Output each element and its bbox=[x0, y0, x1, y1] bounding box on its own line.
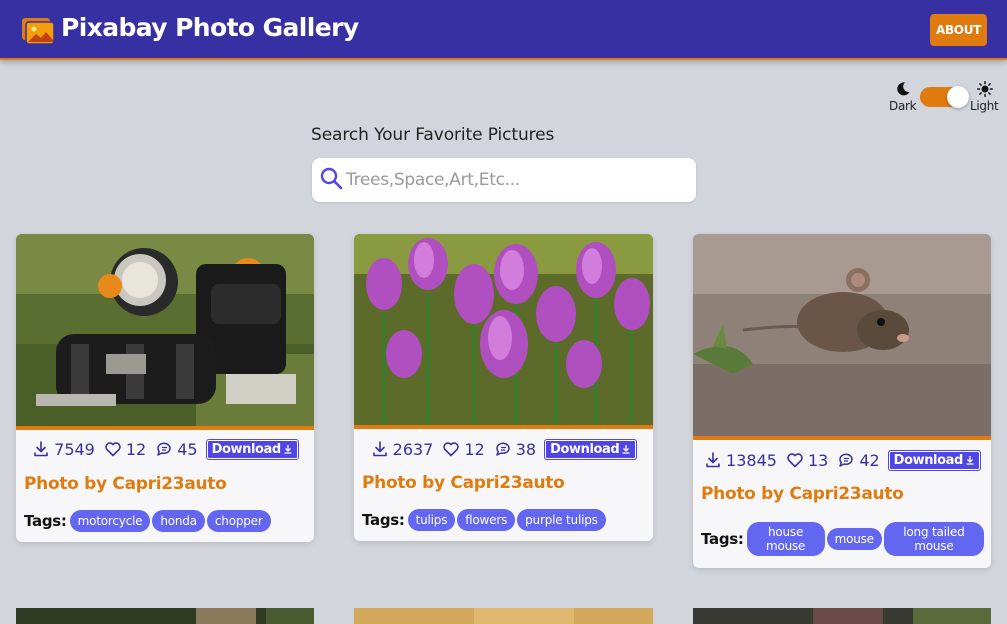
download-button-label: Download bbox=[550, 441, 620, 457]
downloads-stat: 2637 bbox=[371, 439, 434, 459]
photo-card: 2637 12 38 Download Photo by Capri23auto… bbox=[354, 234, 653, 541]
search-input[interactable] bbox=[346, 166, 686, 194]
heart-icon bbox=[443, 442, 460, 457]
likes-stat: 12 bbox=[104, 440, 146, 459]
photo-card: 13845 13 42 Download Photo by Capri23aut… bbox=[693, 234, 991, 568]
downloads-count: 2637 bbox=[392, 439, 434, 459]
downloads-count: 13845 bbox=[726, 450, 777, 470]
photo-author[interactable]: Photo by Capri23auto bbox=[701, 484, 904, 504]
photo-image[interactable] bbox=[16, 234, 314, 426]
comments-count: 42 bbox=[859, 450, 880, 470]
likes-count: 13 bbox=[807, 450, 829, 470]
moon-icon bbox=[897, 82, 910, 96]
light-label: Light bbox=[970, 99, 999, 113]
photo-card-partial[interactable] bbox=[693, 608, 991, 624]
search-box[interactable] bbox=[312, 158, 696, 202]
photo-image-partial bbox=[16, 608, 314, 624]
comments-stat: 42 bbox=[837, 450, 880, 470]
tag-chip[interactable]: motorcycle bbox=[69, 510, 151, 532]
downloads-count: 7549 bbox=[54, 439, 95, 459]
download-button-label: Download bbox=[893, 452, 964, 468]
tag-chip[interactable]: purple tulips bbox=[517, 509, 606, 531]
comments-icon bbox=[839, 453, 854, 467]
photo-image-partial bbox=[693, 608, 991, 624]
heart-icon bbox=[105, 442, 121, 457]
comments-icon bbox=[157, 442, 171, 456]
about-button[interactable]: ABOUT bbox=[930, 14, 987, 46]
tags-label: Tags: bbox=[24, 512, 67, 530]
theme-toggle[interactable]: Dark Light bbox=[888, 80, 1003, 116]
likes-count: 12 bbox=[125, 439, 147, 459]
switch-knob[interactable] bbox=[947, 86, 969, 108]
download-icon bbox=[34, 441, 48, 457]
tags-row: Tags: motorcycle honda chopper bbox=[24, 510, 271, 532]
download-button[interactable]: Download bbox=[887, 449, 981, 471]
image-accent-bar bbox=[16, 426, 314, 430]
tag-chip[interactable]: mouse bbox=[826, 528, 882, 550]
app-header: Pixabay Photo Gallery ABOUT bbox=[0, 0, 1007, 60]
image-accent-bar bbox=[354, 425, 653, 429]
tag-chip[interactable]: house mouse bbox=[746, 522, 825, 556]
sun-icon bbox=[977, 81, 993, 97]
photo-stats: 13845 13 42 Download bbox=[693, 449, 991, 471]
tag-chip[interactable]: chopper bbox=[206, 510, 271, 532]
comments-stat: 38 bbox=[494, 440, 536, 459]
downloads-stat: 7549 bbox=[32, 440, 95, 459]
comments-stat: 45 bbox=[155, 439, 198, 459]
download-button[interactable]: Download bbox=[544, 438, 638, 460]
downloads-stat: 13845 bbox=[704, 451, 777, 470]
tag-chip[interactable]: long tailed mouse bbox=[883, 522, 984, 556]
download-arrow-icon bbox=[284, 445, 292, 454]
photo-card-partial[interactable] bbox=[16, 608, 314, 624]
download-icon bbox=[372, 441, 387, 457]
download-icon bbox=[706, 452, 720, 468]
tag-chip[interactable]: flowers bbox=[457, 509, 516, 531]
tags-row: Tags: tulips flowers purple tulips bbox=[362, 509, 606, 531]
search-icon bbox=[320, 167, 343, 190]
download-button-label: Download bbox=[211, 441, 282, 457]
tags-label: Tags: bbox=[362, 511, 405, 529]
photo-card: 7549 12 45 Download Photo by Capri23auto… bbox=[16, 234, 314, 542]
tag-chip[interactable]: tulips bbox=[407, 509, 456, 531]
download-arrow-icon bbox=[622, 445, 630, 454]
photo-author[interactable]: Photo by Capri23auto bbox=[362, 473, 565, 493]
comments-icon bbox=[495, 442, 510, 456]
comments-count: 45 bbox=[177, 439, 198, 459]
tags-label: Tags: bbox=[701, 530, 744, 548]
gallery-logo-icon bbox=[22, 18, 54, 44]
download-arrow-icon bbox=[966, 456, 974, 465]
app-title: Pixabay Photo Gallery bbox=[61, 13, 359, 42]
likes-stat: 13 bbox=[786, 451, 828, 470]
image-accent-bar bbox=[693, 436, 991, 440]
photo-image[interactable] bbox=[693, 234, 991, 436]
photo-card-partial[interactable] bbox=[354, 608, 653, 624]
tags-row: Tags: house mouse mouse long tailed mous… bbox=[701, 522, 984, 556]
photo-image[interactable] bbox=[354, 234, 653, 425]
download-button[interactable]: Download bbox=[205, 438, 299, 460]
heart-icon bbox=[787, 453, 803, 468]
dark-label: Dark bbox=[889, 99, 917, 113]
likes-count: 12 bbox=[464, 439, 485, 459]
theme-switch[interactable] bbox=[920, 86, 969, 108]
search-label: Search Your Favorite Pictures bbox=[311, 125, 555, 145]
comments-count: 38 bbox=[515, 439, 537, 459]
photo-stats: 2637 12 38 Download bbox=[354, 438, 653, 460]
tag-chip[interactable]: honda bbox=[152, 510, 205, 532]
photo-stats: 7549 12 45 Download bbox=[16, 438, 314, 460]
likes-stat: 12 bbox=[442, 439, 485, 459]
photo-author[interactable]: Photo by Capri23auto bbox=[24, 474, 227, 494]
photo-image-partial bbox=[354, 608, 653, 624]
